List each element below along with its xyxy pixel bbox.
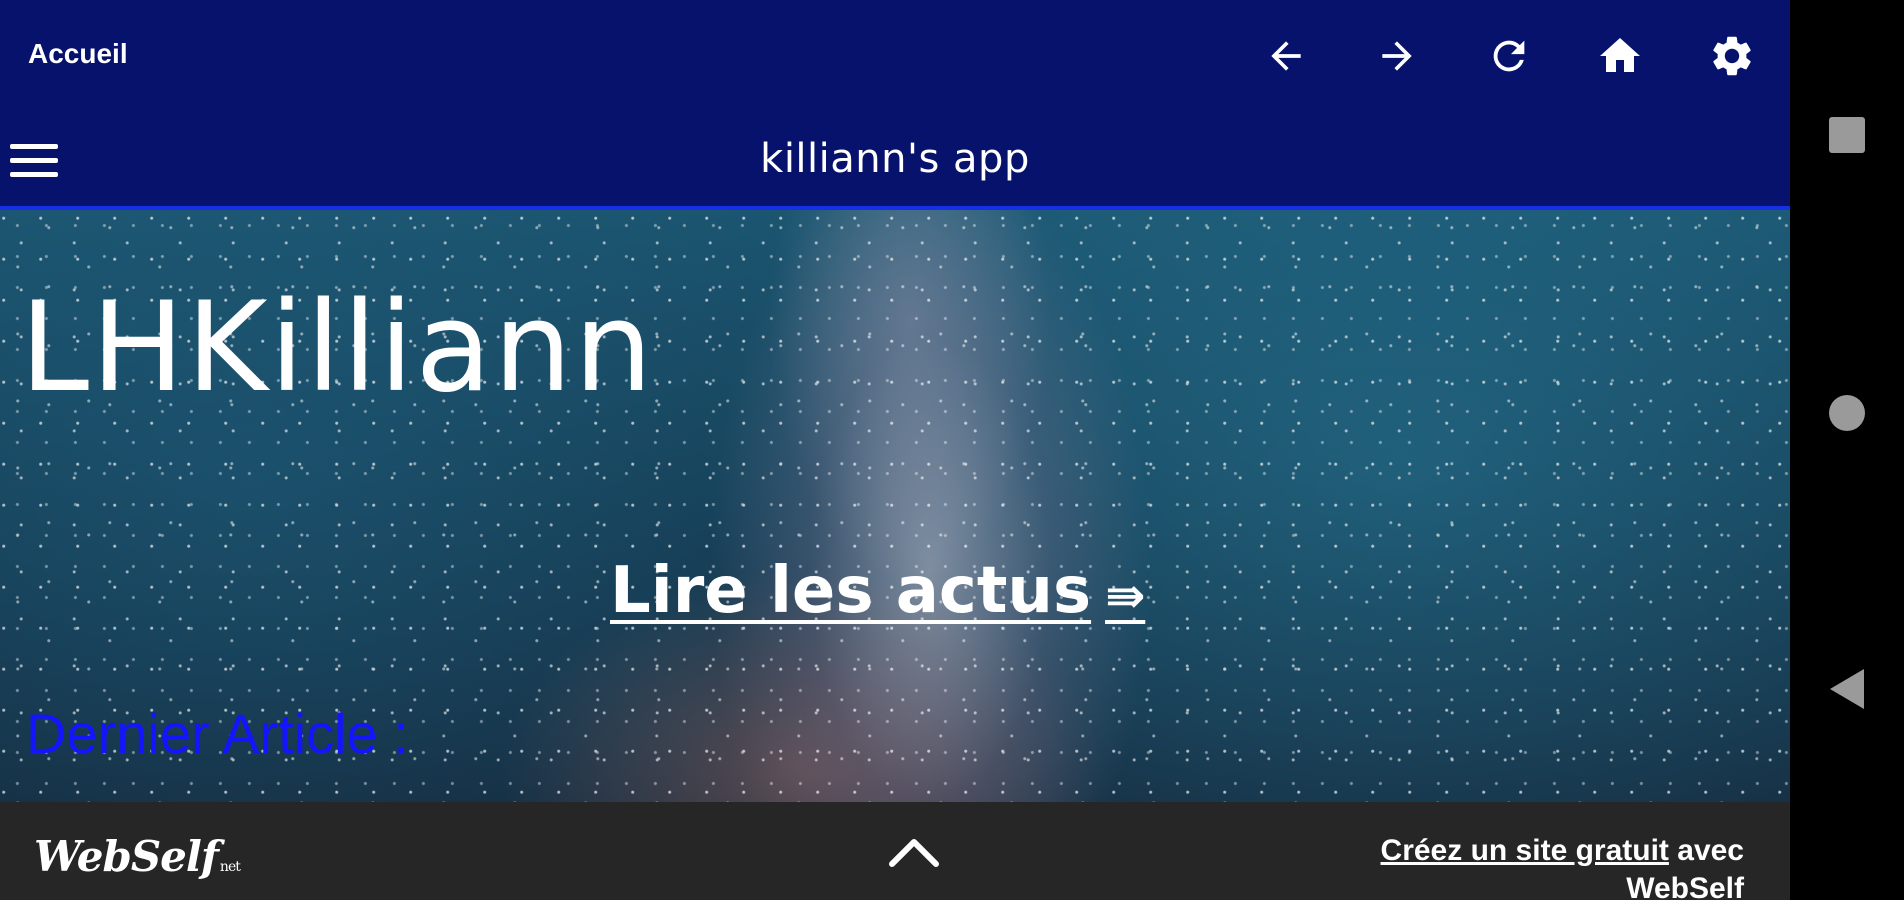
app-screen: Accueil killiann's app LHKilliann Lire l…	[0, 0, 1790, 900]
hero-banner: LHKilliann Lire les actus ⇛ Dernier Artic…	[0, 210, 1790, 802]
promo-text: Créez un site gratuit avec WebSelf	[1324, 832, 1744, 900]
site-title: LHKilliann	[20, 276, 655, 420]
home-button[interactable]	[1590, 26, 1650, 86]
reload-button[interactable]	[1479, 26, 1539, 86]
webself-logo-text: WebSelf	[34, 832, 219, 881]
read-news-label: Lire les actus	[610, 554, 1092, 628]
home-circle-icon	[1829, 395, 1865, 431]
latest-article-heading: Dernier Article :	[26, 702, 409, 765]
device-frame: Accueil killiann's app LHKilliann Lire l…	[0, 0, 1904, 900]
webself-logo[interactable]: WebSelf net	[34, 832, 241, 881]
system-home-button[interactable]	[1812, 378, 1882, 448]
toolbar-title: Accueil	[28, 38, 128, 69]
home-icon	[1600, 38, 1640, 72]
webself-footer-banner: WebSelf net Créez un site gratuit avec We…	[0, 802, 1790, 900]
settings-button[interactable]	[1702, 26, 1762, 86]
android-nav-bar	[1790, 0, 1904, 870]
create-free-site-link[interactable]: Créez un site gratuit	[1381, 834, 1669, 867]
recents-button[interactable]	[1812, 100, 1882, 170]
back-button[interactable]	[1256, 26, 1316, 86]
app-header: killiann's app	[0, 112, 1790, 210]
webself-logo-suffix: net	[219, 859, 241, 875]
back-triangle-icon	[1830, 669, 1864, 709]
refresh-icon	[1493, 40, 1525, 72]
arrow-left-icon	[1271, 41, 1301, 71]
forward-button[interactable]	[1367, 26, 1427, 86]
gear-icon	[1713, 36, 1751, 76]
recents-square-icon	[1829, 117, 1865, 153]
scroll-up-button[interactable]	[884, 828, 944, 876]
double-arrow-right-icon: ⇛	[1105, 568, 1146, 624]
app-title: killiann's app	[760, 136, 1030, 182]
read-news-link[interactable]: Lire les actus ⇛	[610, 554, 1145, 628]
chevron-up-icon	[889, 839, 939, 867]
arrow-right-icon	[1382, 41, 1412, 71]
system-back-button[interactable]	[1812, 654, 1882, 724]
top-toolbar: Accueil	[0, 0, 1790, 112]
